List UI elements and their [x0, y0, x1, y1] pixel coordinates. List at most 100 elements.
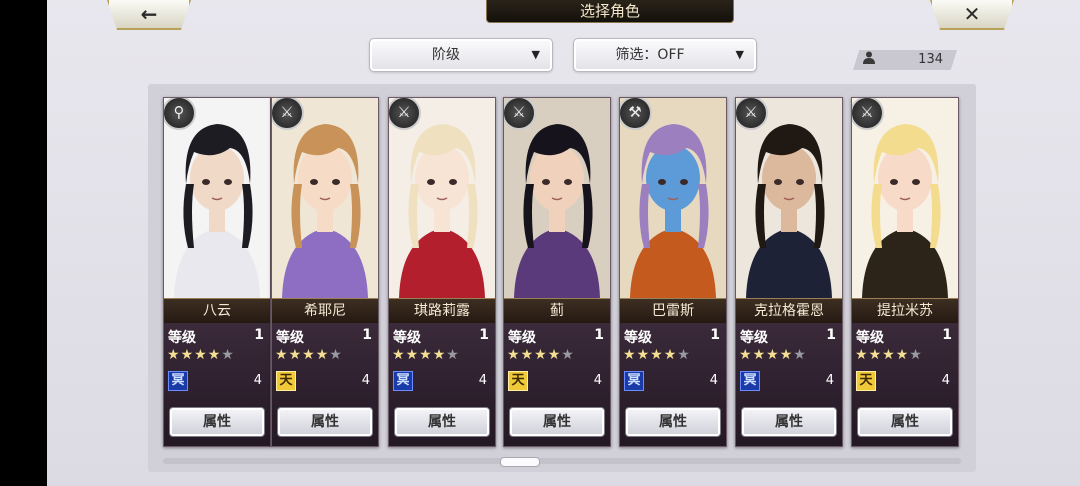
level-label: 等级 [624, 330, 652, 346]
star-icon: ★ [275, 347, 289, 363]
character-info: 等级 1 ★★★★★ 天 4 属性 [504, 323, 610, 446]
character-name: 克拉格霍恩 [736, 298, 842, 324]
character-card[interactable]: ⚒ 巴雷斯 等级 1 ★★★★★ 冥 4 属性 [619, 97, 727, 447]
character-count-value: 134 [918, 52, 943, 67]
star-icon: ★ [895, 347, 910, 363]
level-value: 1 [479, 327, 489, 343]
level-value: 1 [942, 327, 952, 343]
level-label: 等级 [740, 330, 768, 346]
star-icon: ★ [650, 347, 664, 363]
page-indicator[interactable] [500, 457, 540, 467]
close-icon: ✕ [963, 2, 981, 26]
element-badge-icon: 天 [276, 371, 296, 391]
filter-dropdown[interactable]: 筛选：OFF ▼ [573, 38, 757, 72]
element-badge-icon: 冥 [393, 371, 413, 391]
star-icon: ★ [636, 347, 651, 363]
chevron-down-icon: ▼ [735, 48, 744, 61]
star-icon: ★ [507, 347, 521, 363]
element-count: 4 [361, 373, 370, 388]
star-icon: ★ [405, 347, 420, 363]
star-icon: ★ [194, 347, 208, 363]
element-badge-icon: 天 [508, 371, 528, 391]
character-card[interactable]: ⚔ 克拉格霍恩 等级 1 ★★★★★ 冥 4 属性 [735, 97, 843, 447]
star-icon: ★ [793, 347, 807, 363]
element-count: 4 [478, 373, 487, 388]
character-info: 等级 1 ★★★★★ 冥 4 属性 [620, 323, 726, 446]
character-card[interactable]: ⚔ 琪路莉露 等级 1 ★★★★★ 冥 4 属性 [388, 97, 496, 447]
star-icon: ★ [520, 347, 535, 363]
horizontal-scrollbar[interactable] [163, 458, 961, 464]
star-icon: ★ [547, 347, 562, 363]
element-count: 4 [941, 373, 950, 388]
level-value: 1 [362, 327, 372, 343]
element-badge-icon: 天 [856, 371, 876, 391]
star-rating: ★★★★★ [623, 347, 691, 363]
character-info: 等级 1 ★★★★★ 冥 4 属性 [164, 323, 270, 446]
star-icon: ★ [446, 347, 460, 363]
character-card[interactable]: ⚔ 提拉米苏 等级 1 ★★★★★ 天 4 属性 [851, 97, 959, 447]
character-name: 琪路莉露 [389, 298, 495, 324]
level-label: 等级 [856, 330, 884, 346]
attributes-button[interactable]: 属性 [741, 407, 837, 437]
star-icon: ★ [739, 347, 753, 363]
star-icon: ★ [909, 347, 923, 363]
attributes-button[interactable]: 属性 [625, 407, 721, 437]
star-icon: ★ [882, 347, 896, 363]
attributes-button[interactable]: 属性 [277, 407, 373, 437]
attributes-button[interactable]: 属性 [509, 407, 605, 437]
star-icon: ★ [677, 347, 691, 363]
star-icon: ★ [868, 347, 883, 363]
attributes-button[interactable]: 属性 [394, 407, 490, 437]
close-button[interactable]: ✕ [930, 0, 1014, 30]
character-name: 巴雷斯 [620, 298, 726, 324]
character-card[interactable]: ⚲ 八云 等级 1 ★★★★★ 冥 4 属性 [163, 97, 271, 447]
level-value: 1 [594, 327, 604, 343]
element-count: 4 [593, 373, 602, 388]
attributes-button[interactable]: 属性 [169, 407, 265, 437]
element-count: 4 [709, 373, 718, 388]
star-icon: ★ [855, 347, 869, 363]
star-icon: ★ [419, 347, 433, 363]
star-icon: ★ [329, 347, 343, 363]
level-value: 1 [254, 327, 264, 343]
character-name: 八云 [164, 298, 270, 324]
star-icon: ★ [779, 347, 794, 363]
person-icon [863, 51, 875, 68]
star-rating: ★★★★★ [855, 347, 923, 363]
back-arrow-icon: ← [140, 2, 158, 26]
star-icon: ★ [288, 347, 303, 363]
star-rating: ★★★★★ [167, 347, 235, 363]
character-info: 等级 1 ★★★★★ 冥 4 属性 [389, 323, 495, 446]
filter-label: 筛选：OFF [615, 47, 685, 63]
character-card[interactable]: ⚔ 蓟等级 1 ★★★★★ 天 4 属性 [503, 97, 611, 447]
rank-sort-label: 阶级 [432, 47, 460, 63]
character-info: 等级 1 ★★★★★ 天 4 属性 [272, 323, 378, 446]
character-select-screen: ← 选择角色 ✕ 阶级 ▼ 筛选：OFF ▼ 134 ⚲ 八云 等级 1 ★★★★★ 冥 4… [47, 0, 1080, 486]
left-black-bar [0, 0, 47, 486]
rank-sort-dropdown[interactable]: 阶级 ▼ [369, 38, 553, 72]
level-label: 等级 [276, 330, 304, 346]
element-count: 4 [825, 373, 834, 388]
attributes-button[interactable]: 属性 [857, 407, 953, 437]
page-title: 选择角色 [486, 0, 734, 23]
star-icon: ★ [302, 347, 316, 363]
level-value: 1 [710, 327, 720, 343]
character-name: 蓟 [504, 298, 610, 324]
star-icon: ★ [432, 347, 447, 363]
back-button[interactable]: ← [107, 0, 191, 30]
character-info: 等级 1 ★★★★★ 冥 4 属性 [736, 323, 842, 446]
star-icon: ★ [167, 347, 181, 363]
character-name: 提拉米苏 [852, 298, 958, 324]
star-icon: ★ [623, 347, 637, 363]
star-icon: ★ [315, 347, 330, 363]
star-rating: ★★★★★ [739, 347, 807, 363]
character-card[interactable]: ⚔ 希耶尼 等级 1 ★★★★★ 天 4 属性 [271, 97, 379, 447]
star-icon: ★ [534, 347, 548, 363]
star-rating: ★★★★★ [392, 347, 460, 363]
element-badge-icon: 冥 [740, 371, 760, 391]
star-icon: ★ [180, 347, 195, 363]
star-icon: ★ [207, 347, 222, 363]
character-name: 希耶尼 [272, 298, 378, 324]
star-icon: ★ [392, 347, 406, 363]
character-count: 134 [853, 50, 957, 70]
